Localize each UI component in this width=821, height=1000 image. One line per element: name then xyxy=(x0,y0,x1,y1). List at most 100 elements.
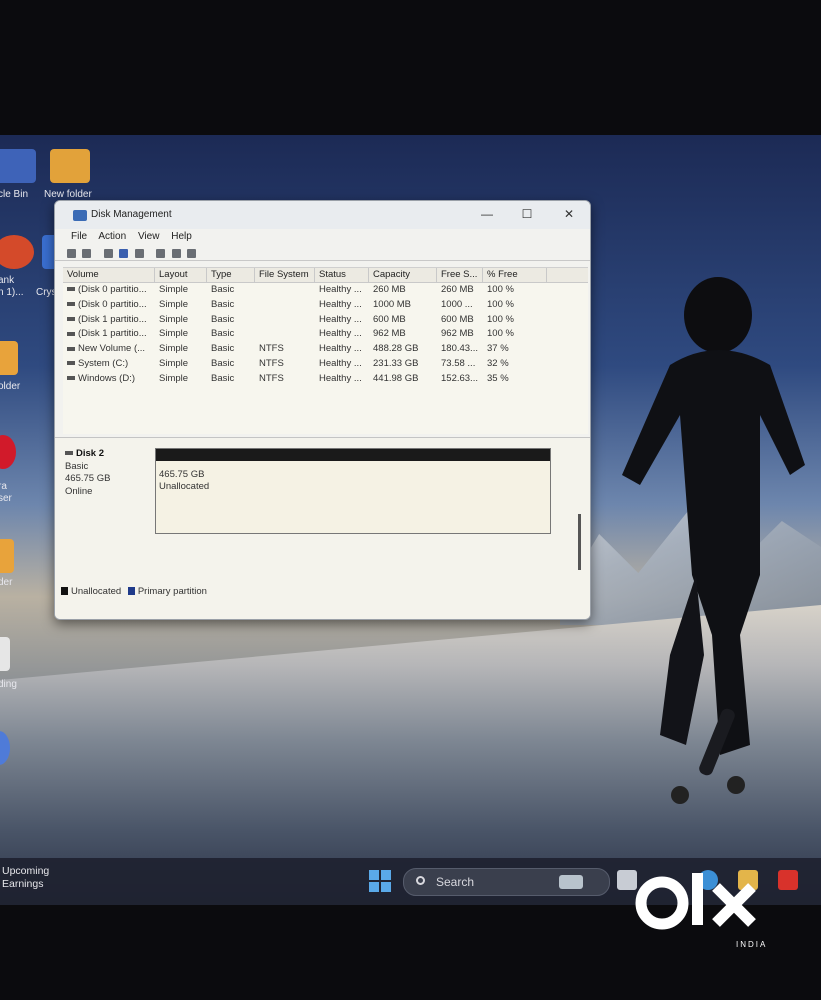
disk-management-icon xyxy=(73,210,87,221)
olx-region: INDIA xyxy=(736,940,767,949)
cell-type: Basic xyxy=(207,357,255,372)
new-folder-icon[interactable] xyxy=(50,149,90,183)
cell-status: Healthy ... xyxy=(315,372,369,387)
cell-text: Basic xyxy=(211,298,235,310)
cell-text: 962 MB xyxy=(373,328,406,340)
col-file-system[interactable]: File System xyxy=(255,268,315,282)
volume-row[interactable]: (Disk 0 partitio... Simple Basic Healthy ..… xyxy=(63,298,588,313)
menu-help[interactable]: Help xyxy=(171,231,192,242)
cell-status: Healthy ... xyxy=(315,313,369,328)
list-icon[interactable] xyxy=(134,249,144,258)
flag-icon[interactable] xyxy=(156,249,166,258)
disk-management-window: Disk Management — ☐ ✕ File Action View H… xyxy=(54,200,591,620)
search-icon xyxy=(416,876,425,885)
cell-text: Healthy ... xyxy=(319,343,362,355)
volume-row[interactable]: Windows (D:) Simple Basic NTFS Healthy ... 44… xyxy=(63,372,588,387)
menu-view[interactable]: View xyxy=(138,231,160,242)
cell-layout: Simple xyxy=(155,357,207,372)
cell-status: Healthy ... xyxy=(315,298,369,313)
unallocated-partition[interactable]: 465.75 GB Unallocated xyxy=(155,448,551,534)
cell-capacity: 488.28 GB xyxy=(369,342,437,357)
col-free-space[interactable]: Free S... xyxy=(437,268,483,282)
volume-row[interactable]: (Disk 1 partitio... Simple Basic Healthy ..… xyxy=(63,313,588,328)
cell-text: 962 MB xyxy=(441,328,474,340)
col-percent-free[interactable]: % Free xyxy=(483,268,547,282)
cell-text: System (C:) xyxy=(78,357,129,369)
cell-percent-free: 37 % xyxy=(483,342,547,357)
forward-icon[interactable] xyxy=(82,249,92,258)
cell-text: 488.28 GB xyxy=(373,343,419,355)
widget-upcoming[interactable]: Upcoming Earnings xyxy=(2,865,49,891)
menu-action[interactable]: Action xyxy=(98,231,126,242)
cell-text: Healthy ... xyxy=(319,328,362,340)
cell-capacity: 962 MB xyxy=(369,327,437,342)
vertical-scrollbar[interactable] xyxy=(578,514,581,570)
cell-percent-free: 100 % xyxy=(483,327,547,342)
cell-volume: New Volume (... xyxy=(63,342,155,357)
cell-text: Simple xyxy=(159,284,189,295)
cell-layout: Simple xyxy=(155,372,207,387)
cell-capacity: 600 MB xyxy=(369,313,437,328)
disk-state: Online xyxy=(65,485,93,497)
cell-text: 100 % xyxy=(487,328,514,340)
title-bar: Disk Management — ☐ ✕ xyxy=(55,201,590,229)
cell-status: Healthy ... xyxy=(315,283,369,298)
start-button[interactable] xyxy=(369,870,391,892)
check-icon[interactable] xyxy=(171,249,181,258)
cell-percent-free: 100 % xyxy=(483,313,547,328)
cell-text: Basic xyxy=(211,284,235,295)
minimize-button[interactable]: — xyxy=(477,205,497,223)
help-icon[interactable] xyxy=(119,249,129,258)
chrome-icon[interactable] xyxy=(0,235,34,269)
disk-graphical-view: Disk 2 Basic 465.75 GB Online 465.75 GB … xyxy=(55,437,590,619)
cell-text: Basic xyxy=(211,343,235,355)
file-4-icon[interactable] xyxy=(0,637,10,671)
volume-row[interactable]: System (C:) Simple Basic NTFS Healthy ... 231… xyxy=(63,357,588,372)
maximize-button[interactable]: ☐ xyxy=(517,205,537,223)
grid-icon[interactable] xyxy=(103,249,113,258)
folder-3-label: der xyxy=(0,577,13,588)
legend-primary: Primary partition xyxy=(137,586,207,597)
menu-file[interactable]: File xyxy=(71,231,87,242)
toolbar xyxy=(55,245,590,261)
disk-info[interactable]: Disk 2 Basic 465.75 GB Online xyxy=(65,448,110,498)
opera-label: ra ser xyxy=(0,481,12,504)
cell-text: (Disk 0 partitio... xyxy=(78,284,147,295)
cell-capacity: 231.33 GB xyxy=(369,357,437,372)
col-volume[interactable]: Volume xyxy=(63,268,155,282)
col-capacity[interactable]: Capacity xyxy=(369,268,437,282)
cell-text: 73.58 ... xyxy=(441,357,476,369)
folder-3-icon[interactable] xyxy=(0,539,14,573)
col-type[interactable]: Type xyxy=(207,268,255,282)
widget-line-2: Earnings xyxy=(2,878,44,890)
cell-volume: Windows (D:) xyxy=(63,372,155,387)
disk-name: Disk 2 xyxy=(76,448,104,459)
cell-free-space: 260 MB xyxy=(437,283,483,298)
cell-status: Healthy ... xyxy=(315,357,369,372)
folder-2-label: older xyxy=(0,381,21,392)
cell-text: 32 % xyxy=(487,357,509,369)
col-status[interactable]: Status xyxy=(315,268,369,282)
cell-percent-free: 100 % xyxy=(483,283,547,298)
close-button[interactable]: ✕ xyxy=(559,205,579,223)
cell-text: 180.43... xyxy=(441,343,478,355)
col-layout[interactable]: Layout xyxy=(155,268,207,282)
taskbar-search[interactable]: Search xyxy=(403,868,610,896)
volume-row[interactable]: (Disk 1 partitio... Simple Basic Healthy ..… xyxy=(63,327,588,342)
properties-icon[interactable] xyxy=(187,249,197,258)
cell-free-space: 152.63... xyxy=(437,372,483,387)
opera-icon[interactable] xyxy=(0,435,16,469)
legend-unallocated: Unallocated xyxy=(71,586,122,597)
cell-type: Basic xyxy=(207,313,255,328)
legend: Unallocated Primary partition xyxy=(61,586,207,597)
cell-text: 35 % xyxy=(487,372,509,384)
folder-2-icon[interactable] xyxy=(0,341,18,375)
volume-icon xyxy=(67,346,75,351)
back-icon[interactable] xyxy=(67,249,76,258)
cell-capacity: 1000 MB xyxy=(369,298,437,313)
volume-row[interactable]: New Volume (... Simple Basic NTFS Healthy ..… xyxy=(63,342,588,357)
volume-row[interactable]: (Disk 0 partitio... Simple Basic Healthy ..… xyxy=(63,283,588,298)
cell-percent-free: 100 % xyxy=(483,298,547,313)
cell-text: Healthy ... xyxy=(319,298,362,310)
recycle-bin-icon[interactable] xyxy=(0,149,36,183)
